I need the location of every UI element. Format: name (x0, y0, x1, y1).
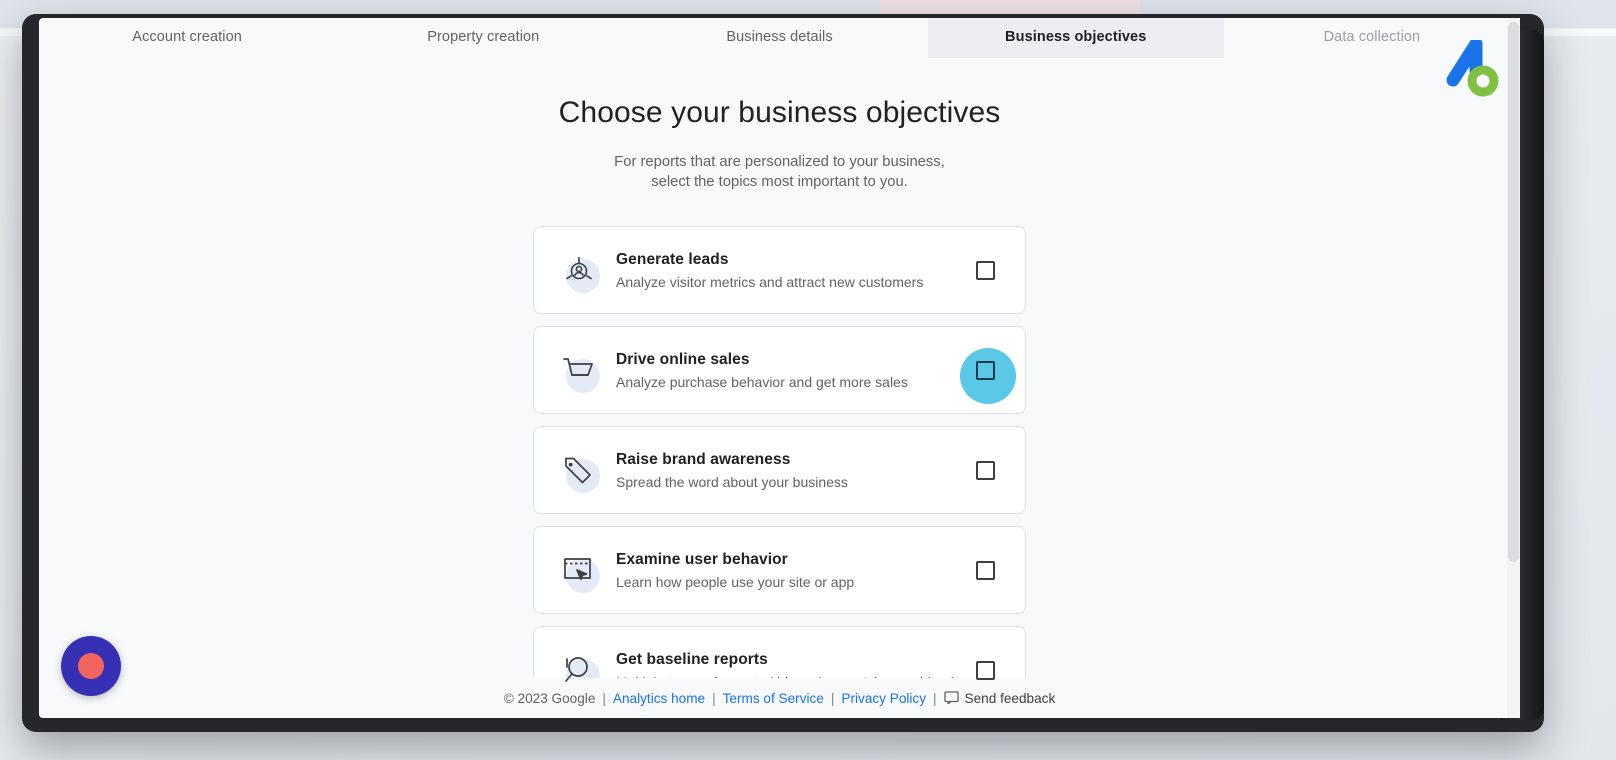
footer-send-feedback[interactable]: Send feedback (943, 690, 1056, 707)
checkbox-box (975, 360, 995, 380)
objective-card-drive-online-sales[interactable]: Drive online sales Analyze purchase beha… (533, 326, 1026, 414)
price-tag-icon (556, 447, 602, 493)
checkbox-box (975, 660, 995, 680)
footer-separator: | (933, 691, 937, 706)
objective-checkbox-raise-brand-awareness[interactable] (963, 448, 1007, 492)
google-analytics-logo (1436, 37, 1500, 98)
objective-title: Get baseline reports (616, 650, 768, 668)
objective-text: Drive online sales Analyze purchase beha… (616, 351, 963, 390)
objective-title: Examine user behavior (616, 550, 788, 568)
page-subtitle-line-1: For reports that are personalized to you… (614, 154, 945, 170)
stepper-step-label: Business objectives (1005, 29, 1147, 45)
stepper-step-label: Account creation (132, 29, 242, 45)
vertical-scrollbar-thumb[interactable] (1508, 22, 1519, 562)
magnifier-icon (556, 647, 602, 692)
objective-checkbox-examine-user-behavior[interactable] (963, 548, 1007, 592)
footer-send-feedback-label: Send feedback (964, 691, 1056, 706)
recording-dot-icon (78, 653, 104, 679)
objective-card-generate-leads[interactable]: Generate leads Analyze visitor metrics a… (533, 226, 1026, 314)
checkbox-box (975, 560, 995, 580)
footer-link-terms-of-service[interactable]: Terms of Service (723, 691, 824, 706)
footer-separator: | (830, 691, 835, 706)
page-subtitle-line-2: select the topics most important to you. (651, 174, 908, 190)
objective-card-examine-user-behavior[interactable]: Examine user behavior Learn how people u… (533, 526, 1026, 614)
objective-description: Learn how people use your site or app (616, 573, 855, 590)
page-subtitle: For reports that are personalized to you… (560, 152, 1000, 192)
stepper-step-label: Data collection (1323, 29, 1421, 45)
main-content: Choose your business objectives For repo… (39, 52, 1520, 692)
objective-card-raise-brand-awareness[interactable]: Raise brand awareness Spread the word ab… (533, 426, 1026, 514)
objective-checkbox-generate-leads[interactable] (963, 248, 1007, 292)
checkbox-box (975, 260, 995, 280)
objective-text: Examine user behavior Learn how people u… (616, 551, 963, 590)
footer-separator: | (712, 691, 716, 706)
objective-text: Generate leads Analyze visitor metrics a… (616, 251, 963, 290)
browser-cursor-icon (556, 547, 602, 593)
objective-title: Drive online sales (616, 350, 750, 368)
leads-target-icon (556, 247, 602, 293)
objective-description: Analyze visitor metrics and attract new … (616, 273, 924, 290)
recording-indicator[interactable] (61, 636, 121, 696)
footer-link-analytics-home[interactable]: Analytics home (613, 691, 705, 706)
browser-viewport: Account creation Property creation Busin… (39, 18, 1520, 718)
footer-link-privacy-policy[interactable]: Privacy Policy (841, 691, 926, 706)
objective-title: Generate leads (616, 250, 729, 268)
objective-options-list: Generate leads Analyze visitor metrics a… (533, 226, 1026, 692)
footer-separator: | (602, 691, 606, 706)
page-title: Choose your business objectives (558, 96, 1001, 129)
objective-checkbox-drive-online-sales[interactable] (960, 348, 1016, 404)
footer-copyright: © 2023 Google (503, 691, 596, 706)
feedback-icon (943, 690, 959, 707)
objective-description: Analyze purchase behavior and get more s… (616, 373, 908, 390)
page-footer: © 2023 Google | Analytics home | Terms o… (39, 678, 1520, 718)
stepper-step-label: Property creation (427, 29, 540, 45)
objective-description: Spread the word about your business (616, 473, 848, 490)
objective-title: Raise brand awareness (616, 450, 791, 468)
screenshot-root: Account creation Property creation Busin… (0, 0, 1616, 760)
shopping-cart-icon (556, 347, 602, 393)
stepper-step-label: Business details (726, 29, 833, 45)
checkbox-box (975, 460, 995, 480)
objective-text: Raise brand awareness Spread the word ab… (616, 451, 963, 490)
